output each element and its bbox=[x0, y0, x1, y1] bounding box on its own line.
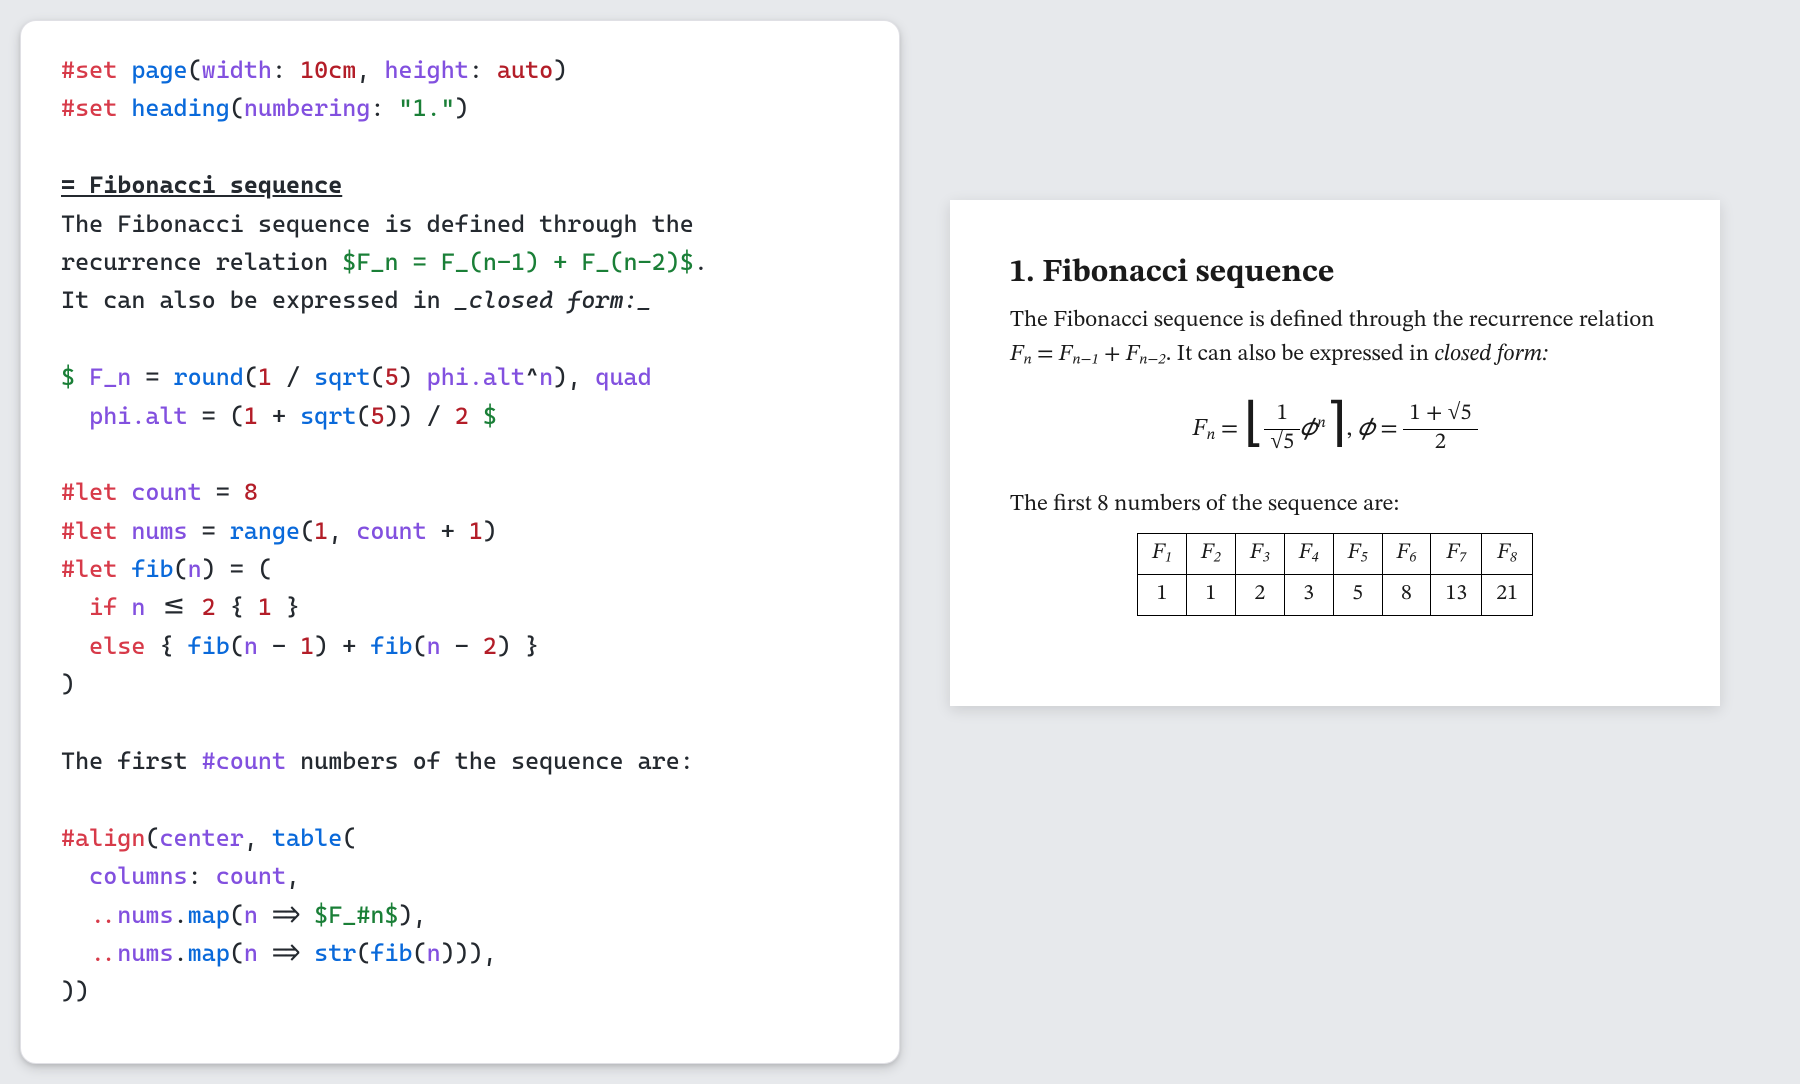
fibonacci-table: FF11 F2 F3 F4 F5 F6 F7 F8 1 1 2 3 5 8 13 bbox=[1137, 533, 1533, 616]
emphasis: closed form: bbox=[1434, 343, 1548, 366]
code-line-13: #let nums = range(1, count + 1) bbox=[61, 517, 497, 545]
source-code-panel: #set page(width: 10cm, height: auto) #se… bbox=[20, 20, 900, 1064]
table-header-cell: F5 bbox=[1333, 534, 1382, 575]
table-row: FF11 F2 F3 F4 F5 F6 F7 F8 bbox=[1138, 534, 1533, 575]
code-line-1: #set page(width: 10cm, height: auto) bbox=[61, 56, 567, 84]
table-cell: 8 bbox=[1382, 574, 1431, 615]
code-line-5: The Fibonacci sequence is defined throug… bbox=[61, 210, 694, 238]
table-cell: 21 bbox=[1482, 574, 1533, 615]
code-line-19: The first #count numbers of the sequence… bbox=[61, 747, 694, 775]
table-cell: 13 bbox=[1431, 574, 1482, 615]
table-row: 1 1 2 3 5 8 13 21 bbox=[1138, 574, 1533, 615]
code-line-12: #let count = 8 bbox=[61, 478, 258, 506]
table-header-cell: F8 bbox=[1482, 534, 1533, 575]
code-line-15: if n <= 2 { 1 } bbox=[61, 593, 300, 621]
table-cell: 2 bbox=[1235, 574, 1284, 615]
page-title: 1. Fibonacci sequence bbox=[1010, 250, 1660, 296]
display-formula: Fn = ⌊1√5𝜙n⌉, 𝜙 = 1 + √52 bbox=[1010, 391, 1660, 468]
intro-paragraph: The Fibonacci sequence is defined throug… bbox=[1010, 304, 1660, 371]
rendered-output-panel: 1. Fibonacci sequence The Fibonacci sequ… bbox=[950, 200, 1720, 706]
inline-math: Fn = Fn−1 + Fn−2 bbox=[1010, 343, 1166, 366]
code-line-24: ..nums.map(n => str(fib(n))), bbox=[61, 939, 497, 967]
code-line-22: columns: count, bbox=[61, 862, 300, 890]
table-cell: 1 bbox=[1138, 574, 1187, 615]
table-cell: 3 bbox=[1284, 574, 1333, 615]
table-header-cell: F2 bbox=[1186, 534, 1235, 575]
table-header-cell: FF11 bbox=[1138, 534, 1187, 575]
code-line-7: It can also be expressed in _closed form… bbox=[61, 286, 652, 314]
code-line-4: = Fibonacci sequence bbox=[61, 171, 342, 199]
table-header-cell: F3 bbox=[1235, 534, 1284, 575]
code-line-16: else { fib(n - 1) + fib(n - 2) } bbox=[61, 632, 539, 660]
code-line-9: $ F_n = round(1 / sqrt(5) phi.alt^n), qu… bbox=[61, 363, 652, 391]
code-line-25: )) bbox=[61, 977, 89, 1005]
code-line-23: ..nums.map(n => $F_#n$), bbox=[61, 901, 427, 929]
table-header-cell: F4 bbox=[1284, 534, 1333, 575]
code-line-17: ) bbox=[61, 670, 75, 698]
code-line-14: #let fib(n) = ( bbox=[61, 555, 272, 583]
table-header-cell: F6 bbox=[1382, 534, 1431, 575]
layout-container: #set page(width: 10cm, height: auto) #se… bbox=[20, 20, 1780, 1064]
code-line-2: #set heading(numbering: "1.") bbox=[61, 94, 469, 122]
preview-wrap: 1. Fibonacci sequence The Fibonacci sequ… bbox=[930, 20, 1780, 1064]
code-line-6: recurrence relation $F_n = F_(n-1) + F_(… bbox=[61, 248, 708, 276]
table-cell: 1 bbox=[1186, 574, 1235, 615]
code-line-21: #align(center, table( bbox=[61, 824, 356, 852]
table-intro: The first 8 numbers of the sequence are: bbox=[1010, 488, 1660, 521]
table-cell: 5 bbox=[1333, 574, 1382, 615]
table-header-cell: F7 bbox=[1431, 534, 1482, 575]
code-line-10: phi.alt = (1 + sqrt(5)) / 2 $ bbox=[61, 402, 497, 430]
